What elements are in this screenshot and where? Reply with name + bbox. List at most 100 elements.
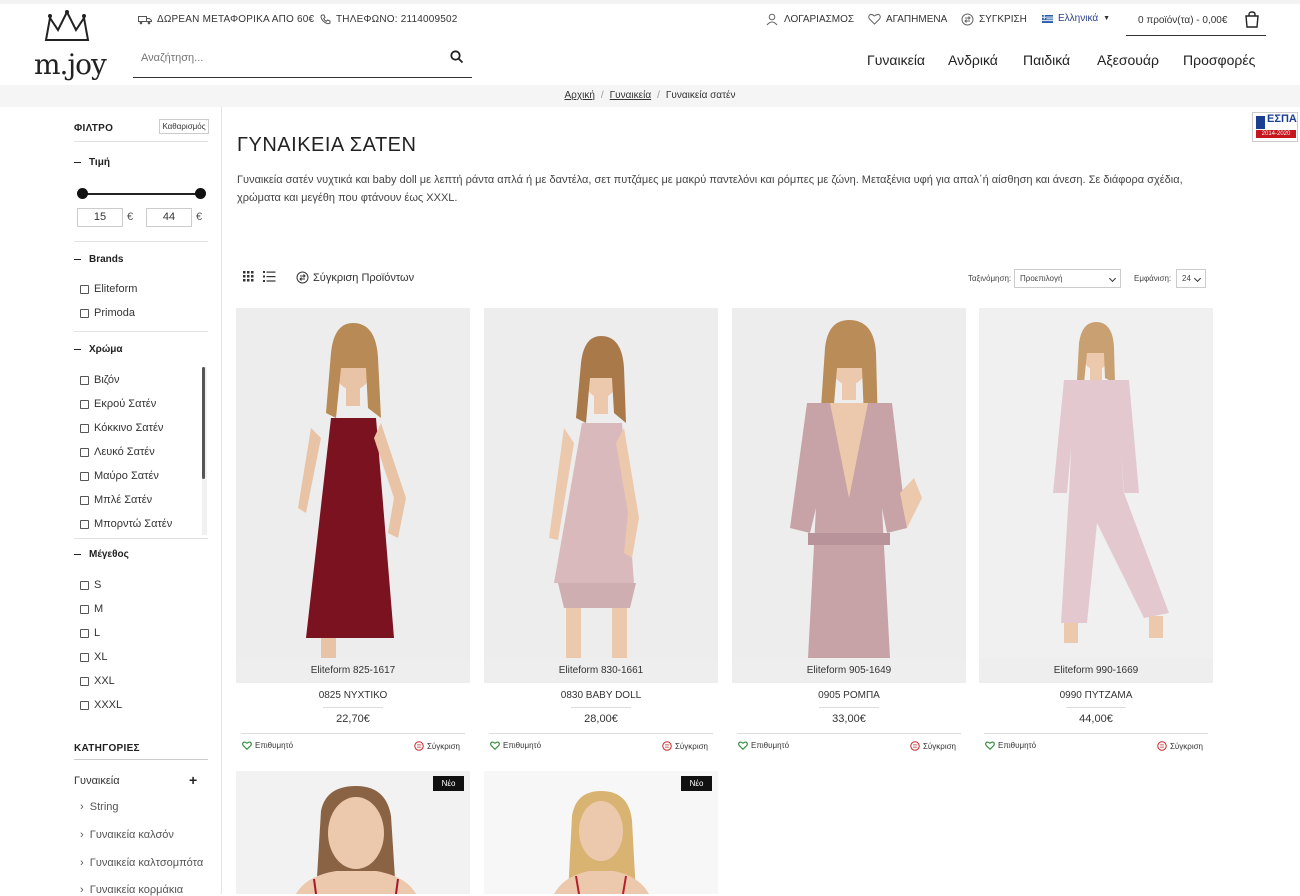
account-link[interactable]: ΛΟΓΑΡΙΑΣΜΟΣ [766,13,854,26]
brands-filter-header[interactable]: Brands [74,254,123,265]
price-slider[interactable] [82,193,200,195]
checkbox[interactable] [80,519,89,529]
size-option[interactable]: XXXL [80,699,122,711]
product-image[interactable] [236,308,470,658]
compare-button[interactable]: Σύγκριση [662,741,708,751]
espa-title: ΕΣΠΑ [1267,113,1297,125]
divider [74,759,208,760]
checkbox[interactable] [80,580,89,590]
currency-symbol: € [196,211,203,223]
price-slider-max-handle[interactable] [195,188,206,199]
category-description: Γυναικεία σατέν νυχτικά και baby doll με… [237,174,1183,204]
compare-button[interactable]: Σύγκριση [1157,741,1203,751]
checkbox[interactable] [80,447,89,457]
size-option[interactable]: S [80,579,101,591]
cart-button[interactable]: 0 προϊόν(τα) - 0,00€ [1126,8,1266,36]
compare-button[interactable]: Σύγκριση [910,741,956,751]
compare-header-link[interactable]: ΣΥΓΚΡΙΣΗ [961,13,1027,26]
brand-option[interactable]: Primoda [80,307,135,319]
clear-filters-button[interactable]: Καθαρισμός [159,119,209,134]
color-option[interactable]: Κόκκινο Σατέν [80,422,163,434]
breadcrumb-home[interactable]: Αρχική [565,90,595,101]
list-view-icon[interactable] [263,271,276,282]
new-badge: Νέο [433,776,464,791]
size-option[interactable]: M [80,603,103,615]
per-page-select[interactable]: 24 [1176,269,1206,288]
nav-kids[interactable]: Παιδικά [1023,52,1070,68]
color-filter-header[interactable]: Χρώμα [74,344,123,355]
subcategory-item[interactable]: › Γυναικεία καλτσομπότα [80,857,203,869]
nav-offers[interactable]: Προσφορές [1183,52,1255,68]
cart-summary: 0 προϊόν(τα) - 0,00€ [1138,15,1228,26]
heart-icon [738,741,748,750]
price-max-input[interactable]: 44 [146,208,192,227]
checkbox[interactable] [80,676,89,686]
subcategory-item[interactable]: › String [80,801,119,813]
wishlist-button[interactable]: Επιθυμητό [490,741,541,750]
color-option[interactable]: Μαύρο Σατέν [80,470,159,482]
product-image[interactable] [484,308,718,658]
checkbox[interactable] [80,471,89,481]
breadcrumb-women[interactable]: Γυναικεία [610,90,651,101]
product-image[interactable] [979,308,1213,658]
product-name[interactable]: 0825 ΝΥΧΤΙΚΟ [236,690,470,701]
checkbox[interactable] [80,652,89,662]
wishlist-button[interactable]: Επιθυμητό [985,741,1036,750]
color-option[interactable]: Εκρού Σατέν [80,398,156,410]
category-women[interactable]: Γυναικεία [74,775,120,787]
size-filter-header[interactable]: Μέγεθος [74,549,129,560]
checkbox[interactable] [80,375,89,385]
color-option[interactable]: Μπορντώ Σατέν [80,518,172,530]
price-min-input[interactable]: 15 [77,208,123,227]
shopping-bag-icon [1245,11,1259,28]
size-option[interactable]: XXL [80,675,115,687]
size-option[interactable]: L [80,627,100,639]
grid-view-icon[interactable] [243,271,254,282]
logo[interactable]: m.joy [32,10,107,81]
subcategory-item[interactable]: › Γυναικεία κορμάκια [80,884,183,896]
checkbox[interactable] [80,700,89,710]
color-option[interactable]: Βιζόν [80,374,120,386]
divider [74,538,208,539]
wishlist-button[interactable]: Επιθυμητό [242,741,293,750]
shipping-text: ΔΩΡΕΑΝ ΜΕΤΑΦΟΡΙΚΑ ΑΠΟ 60€ [157,14,315,25]
product-name[interactable]: 0990 ΠΥΤΖΑΜΑ [979,690,1213,701]
color-option[interactable]: Μπλέ Σατέν [80,494,152,506]
size-option[interactable]: XL [80,651,107,663]
brand-option[interactable]: Eliteform [80,283,137,295]
subcategory-item[interactable]: › Γυναικεία καλσόν [80,829,174,841]
color-list-scrollbar[interactable] [202,367,205,479]
checkbox[interactable] [80,284,89,294]
checkbox[interactable] [80,604,89,614]
sort-select[interactable]: Προεπιλογή [1014,269,1121,288]
price-filter-header[interactable]: Τιμή [74,157,110,168]
compare-button[interactable]: Σύγκριση [414,741,460,751]
wishlist-button[interactable]: Επιθυμητό [738,741,789,750]
checkbox[interactable] [80,495,89,505]
espa-banner[interactable]: ΕΣΠΑ 2014-2020 [1252,112,1298,142]
product-photo [790,320,922,658]
compare-icon [961,13,974,26]
divider [74,331,208,332]
color-option[interactable]: Λευκό Σατέν [80,446,155,458]
checkbox[interactable] [80,423,89,433]
compare-products-link[interactable]: Σύγκριση Προϊόντων [296,271,414,284]
checkbox[interactable] [80,308,89,318]
checkbox[interactable] [80,399,89,409]
phone-icon [320,14,331,25]
search-input[interactable] [141,52,441,64]
nav-women[interactable]: Γυναικεία [867,52,925,68]
sort-label: Ταξινόμηση: [968,274,1012,283]
nav-men[interactable]: Ανδρικά [948,52,998,68]
price-slider-min-handle[interactable] [77,188,88,199]
product-image[interactable] [732,308,966,658]
checkbox[interactable] [80,628,89,638]
compare-icon [414,741,424,751]
language-selector[interactable]: Ελληνικά ▼ [1042,13,1110,24]
nav-accessories[interactable]: Αξεσουάρ [1097,52,1159,68]
expand-plus-icon[interactable]: + [189,772,197,788]
favorites-link[interactable]: ΑΓΑΠΗΜΕΝΑ [868,13,947,25]
search-icon[interactable] [450,50,464,64]
product-name[interactable]: 0830 BABY DOLL [484,690,718,701]
product-name[interactable]: 0905 ΡΟΜΠΑ [732,690,966,701]
